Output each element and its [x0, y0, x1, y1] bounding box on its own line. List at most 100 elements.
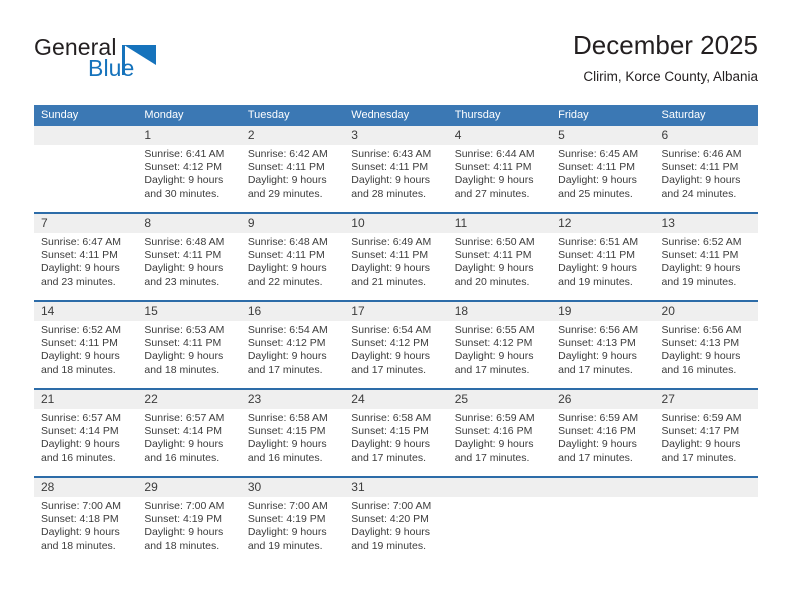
day-number[interactable]: 27 — [654, 388, 758, 409]
day-cell[interactable]: Sunrise: 6:50 AM Sunset: 4:11 PM Daylight:… — [447, 233, 552, 301]
day-number[interactable]: 6 — [654, 126, 758, 145]
day-number[interactable]: 16 — [240, 300, 345, 321]
day-sunset-text: Sunset: 4:11 PM — [41, 249, 118, 262]
day-cell[interactable]: Sunrise: 6:54 AM Sunset: 4:12 PM Daylight:… — [240, 321, 345, 389]
day-cell[interactable]: Sunrise: 6:58 AM Sunset: 4:15 PM Daylight:… — [344, 409, 448, 477]
day-cell[interactable]: Sunrise: 6:54 AM Sunset: 4:12 PM Daylight:… — [344, 321, 448, 389]
day-daylight-line2-text: and 18 minutes. — [41, 363, 116, 376]
day-sunrise-text: Sunrise: 6:59 AM — [558, 412, 639, 424]
day-cell[interactable]: Sunrise: 6:42 AM Sunset: 4:11 PM Daylight:… — [240, 145, 345, 213]
day-number[interactable]: 12 — [551, 212, 655, 233]
day-number[interactable]: 23 — [240, 388, 345, 409]
day-cell[interactable]: Sunrise: 6:59 AM Sunset: 4:16 PM Daylight:… — [447, 409, 552, 477]
day-number[interactable]: 3 — [344, 126, 448, 145]
day-cell[interactable]: Sunrise: 6:52 AM Sunset: 4:11 PM Daylight:… — [654, 233, 758, 301]
day-cell[interactable]: Sunrise: 6:49 AM Sunset: 4:11 PM Daylight:… — [344, 233, 448, 301]
day-daylight-line2-text: and 23 minutes. — [41, 275, 116, 288]
brand-name-blue: Blue — [88, 55, 135, 81]
day-number[interactable]: 9 — [240, 212, 345, 233]
day-sunrise-text: Sunrise: 6:41 AM — [144, 148, 225, 160]
day-cell[interactable]: Sunrise: 6:51 AM Sunset: 4:11 PM Daylight:… — [551, 233, 655, 301]
day-number[interactable]: 21 — [34, 388, 138, 409]
day-cell[interactable]: Sunrise: 6:56 AM Sunset: 4:13 PM Daylight:… — [551, 321, 655, 389]
day-number[interactable]: 5 — [551, 126, 655, 145]
day-cell[interactable]: Sunrise: 7:00 AM Sunset: 4:19 PM Daylight:… — [137, 497, 241, 565]
day-number[interactable]: 29 — [137, 476, 241, 497]
day-daylight-line2-text: and 16 minutes. — [144, 451, 220, 464]
day-sunset-text: Sunset: 4:12 PM — [454, 337, 533, 350]
day-cell[interactable]: Sunrise: 6:45 AM Sunset: 4:11 PM Daylight:… — [551, 145, 655, 213]
calendar-body: 1 2 3 4 5 6 Sunrise: 6:41 AM Sunset: 4:12 PM Day… — [34, 126, 758, 565]
day-number[interactable]: 28 — [34, 476, 138, 497]
day-cell[interactable]: Sunrise: 6:48 AM Sunset: 4:11 PM Daylight:… — [240, 233, 345, 301]
day-cell[interactable]: Sunrise: 6:46 AM Sunset: 4:11 PM Daylight:… — [654, 145, 758, 213]
day-cell[interactable]: Sunrise: 7:00 AM Sunset: 4:18 PM Daylight:… — [34, 497, 138, 565]
day-daylight-line1-text: Daylight: 9 hours — [247, 262, 327, 275]
day-sunset-text: Sunset: 4:12 PM — [247, 337, 326, 350]
day-daylight-line2-text: and 17 minutes. — [661, 451, 737, 464]
day-cell[interactable]: Sunrise: 6:43 AM Sunset: 4:11 PM Daylight:… — [344, 145, 448, 213]
day-sunset-text: Sunset: 4:11 PM — [41, 337, 118, 350]
day-daylight-line2-text: and 16 minutes. — [41, 451, 116, 464]
day-daylight-line1-text: Daylight: 9 hours — [454, 438, 534, 451]
day-sunset-text: Sunset: 4:11 PM — [144, 337, 222, 350]
day-cell[interactable]: Sunrise: 6:55 AM Sunset: 4:12 PM Daylight:… — [447, 321, 552, 389]
day-number[interactable]: 26 — [551, 388, 655, 409]
day-number[interactable]: 8 — [137, 212, 241, 233]
day-daylight-line1-text: Daylight: 9 hours — [558, 438, 637, 451]
day-number[interactable]: 13 — [654, 212, 758, 233]
weekday-header-row: Sunday Monday Tuesday Wednesday Thursday Frid… — [34, 105, 758, 126]
day-cell[interactable]: Sunrise: 7:00 AM Sunset: 4:20 PM Daylight:… — [344, 497, 448, 565]
calendar-header-row: Sunday Monday Tuesday Wednesday Thursday Frid… — [34, 105, 758, 126]
day-sunset-text: Sunset: 4:11 PM — [144, 249, 222, 262]
day-cell[interactable]: Sunrise: 6:56 AM Sunset: 4:13 PM Daylight:… — [654, 321, 758, 389]
day-number[interactable]: 24 — [344, 388, 448, 409]
day-daylight-line2-text: and 17 minutes. — [454, 451, 530, 464]
day-cell[interactable]: Sunrise: 6:57 AM Sunset: 4:14 PM Daylight:… — [34, 409, 138, 477]
page-title: December 2025 — [573, 30, 758, 60]
day-sunset-text: Sunset: 4:13 PM — [558, 337, 636, 350]
day-cell[interactable]: Sunrise: 6:59 AM Sunset: 4:16 PM Daylight:… — [551, 409, 655, 477]
day-number[interactable]: 1 — [137, 126, 241, 145]
brand-logo[interactable]: General Blue — [34, 34, 254, 90]
day-daylight-line2-text: and 16 minutes. — [661, 363, 737, 376]
day-sunset-text: Sunset: 4:11 PM — [558, 249, 635, 262]
day-daylight-line1-text: Daylight: 9 hours — [558, 174, 637, 187]
day-sunrise-text: Sunrise: 6:48 AM — [144, 236, 225, 248]
day-number[interactable]: 30 — [240, 476, 345, 497]
day-number[interactable]: 4 — [447, 126, 552, 145]
day-cell[interactable]: Sunrise: 6:48 AM Sunset: 4:11 PM Daylight:… — [137, 233, 241, 301]
day-number[interactable]: 14 — [34, 300, 138, 321]
weekday-header-monday: Monday — [137, 105, 241, 126]
day-sunset-text: Sunset: 4:18 PM — [41, 513, 119, 526]
day-cell[interactable]: Sunrise: 6:44 AM Sunset: 4:11 PM Daylight:… — [447, 145, 552, 213]
day-number[interactable]: 7 — [34, 212, 138, 233]
day-cell[interactable]: Sunrise: 6:41 AM Sunset: 4:12 PM Daylight:… — [137, 145, 241, 213]
day-number[interactable]: 2 — [240, 126, 345, 145]
week-detail-row: Sunrise: 6:47 AM Sunset: 4:11 PM Daylight:… — [34, 233, 758, 301]
day-number[interactable]: 15 — [137, 300, 241, 321]
day-sunrise-text: Sunrise: 6:43 AM — [351, 148, 432, 160]
day-cell[interactable]: Sunrise: 6:58 AM Sunset: 4:15 PM Daylight:… — [240, 409, 345, 477]
day-cell[interactable]: Sunrise: 7:00 AM Sunset: 4:19 PM Daylight:… — [240, 497, 345, 565]
day-daylight-line2-text: and 19 minutes. — [558, 275, 633, 288]
day-sunset-text: Sunset: 4:12 PM — [144, 161, 223, 174]
day-cell[interactable]: Sunrise: 6:57 AM Sunset: 4:14 PM Daylight:… — [137, 409, 241, 477]
day-cell[interactable]: Sunrise: 6:59 AM Sunset: 4:17 PM Daylight:… — [654, 409, 758, 477]
day-number[interactable]: 20 — [654, 300, 758, 321]
day-number[interactable]: 22 — [137, 388, 241, 409]
day-number[interactable]: 25 — [447, 388, 552, 409]
day-cell[interactable]: Sunrise: 6:52 AM Sunset: 4:11 PM Daylight:… — [34, 321, 138, 389]
day-number[interactable]: 18 — [447, 300, 552, 321]
day-number[interactable]: 11 — [447, 212, 552, 233]
day-daylight-line1-text: Daylight: 9 hours — [351, 526, 431, 539]
day-cell[interactable]: Sunrise: 6:53 AM Sunset: 4:11 PM Daylight:… — [137, 321, 241, 389]
day-number[interactable]: 17 — [344, 300, 448, 321]
day-number[interactable]: 31 — [344, 476, 448, 497]
day-cell[interactable]: Sunrise: 6:47 AM Sunset: 4:11 PM Daylight:… — [34, 233, 138, 301]
day-sunrise-text: Sunrise: 7:00 AM — [41, 500, 121, 512]
day-sunset-text: Sunset: 4:11 PM — [454, 249, 532, 262]
day-daylight-line1-text: Daylight: 9 hours — [558, 350, 637, 363]
day-number[interactable]: 10 — [344, 212, 448, 233]
day-number[interactable]: 19 — [551, 300, 655, 321]
